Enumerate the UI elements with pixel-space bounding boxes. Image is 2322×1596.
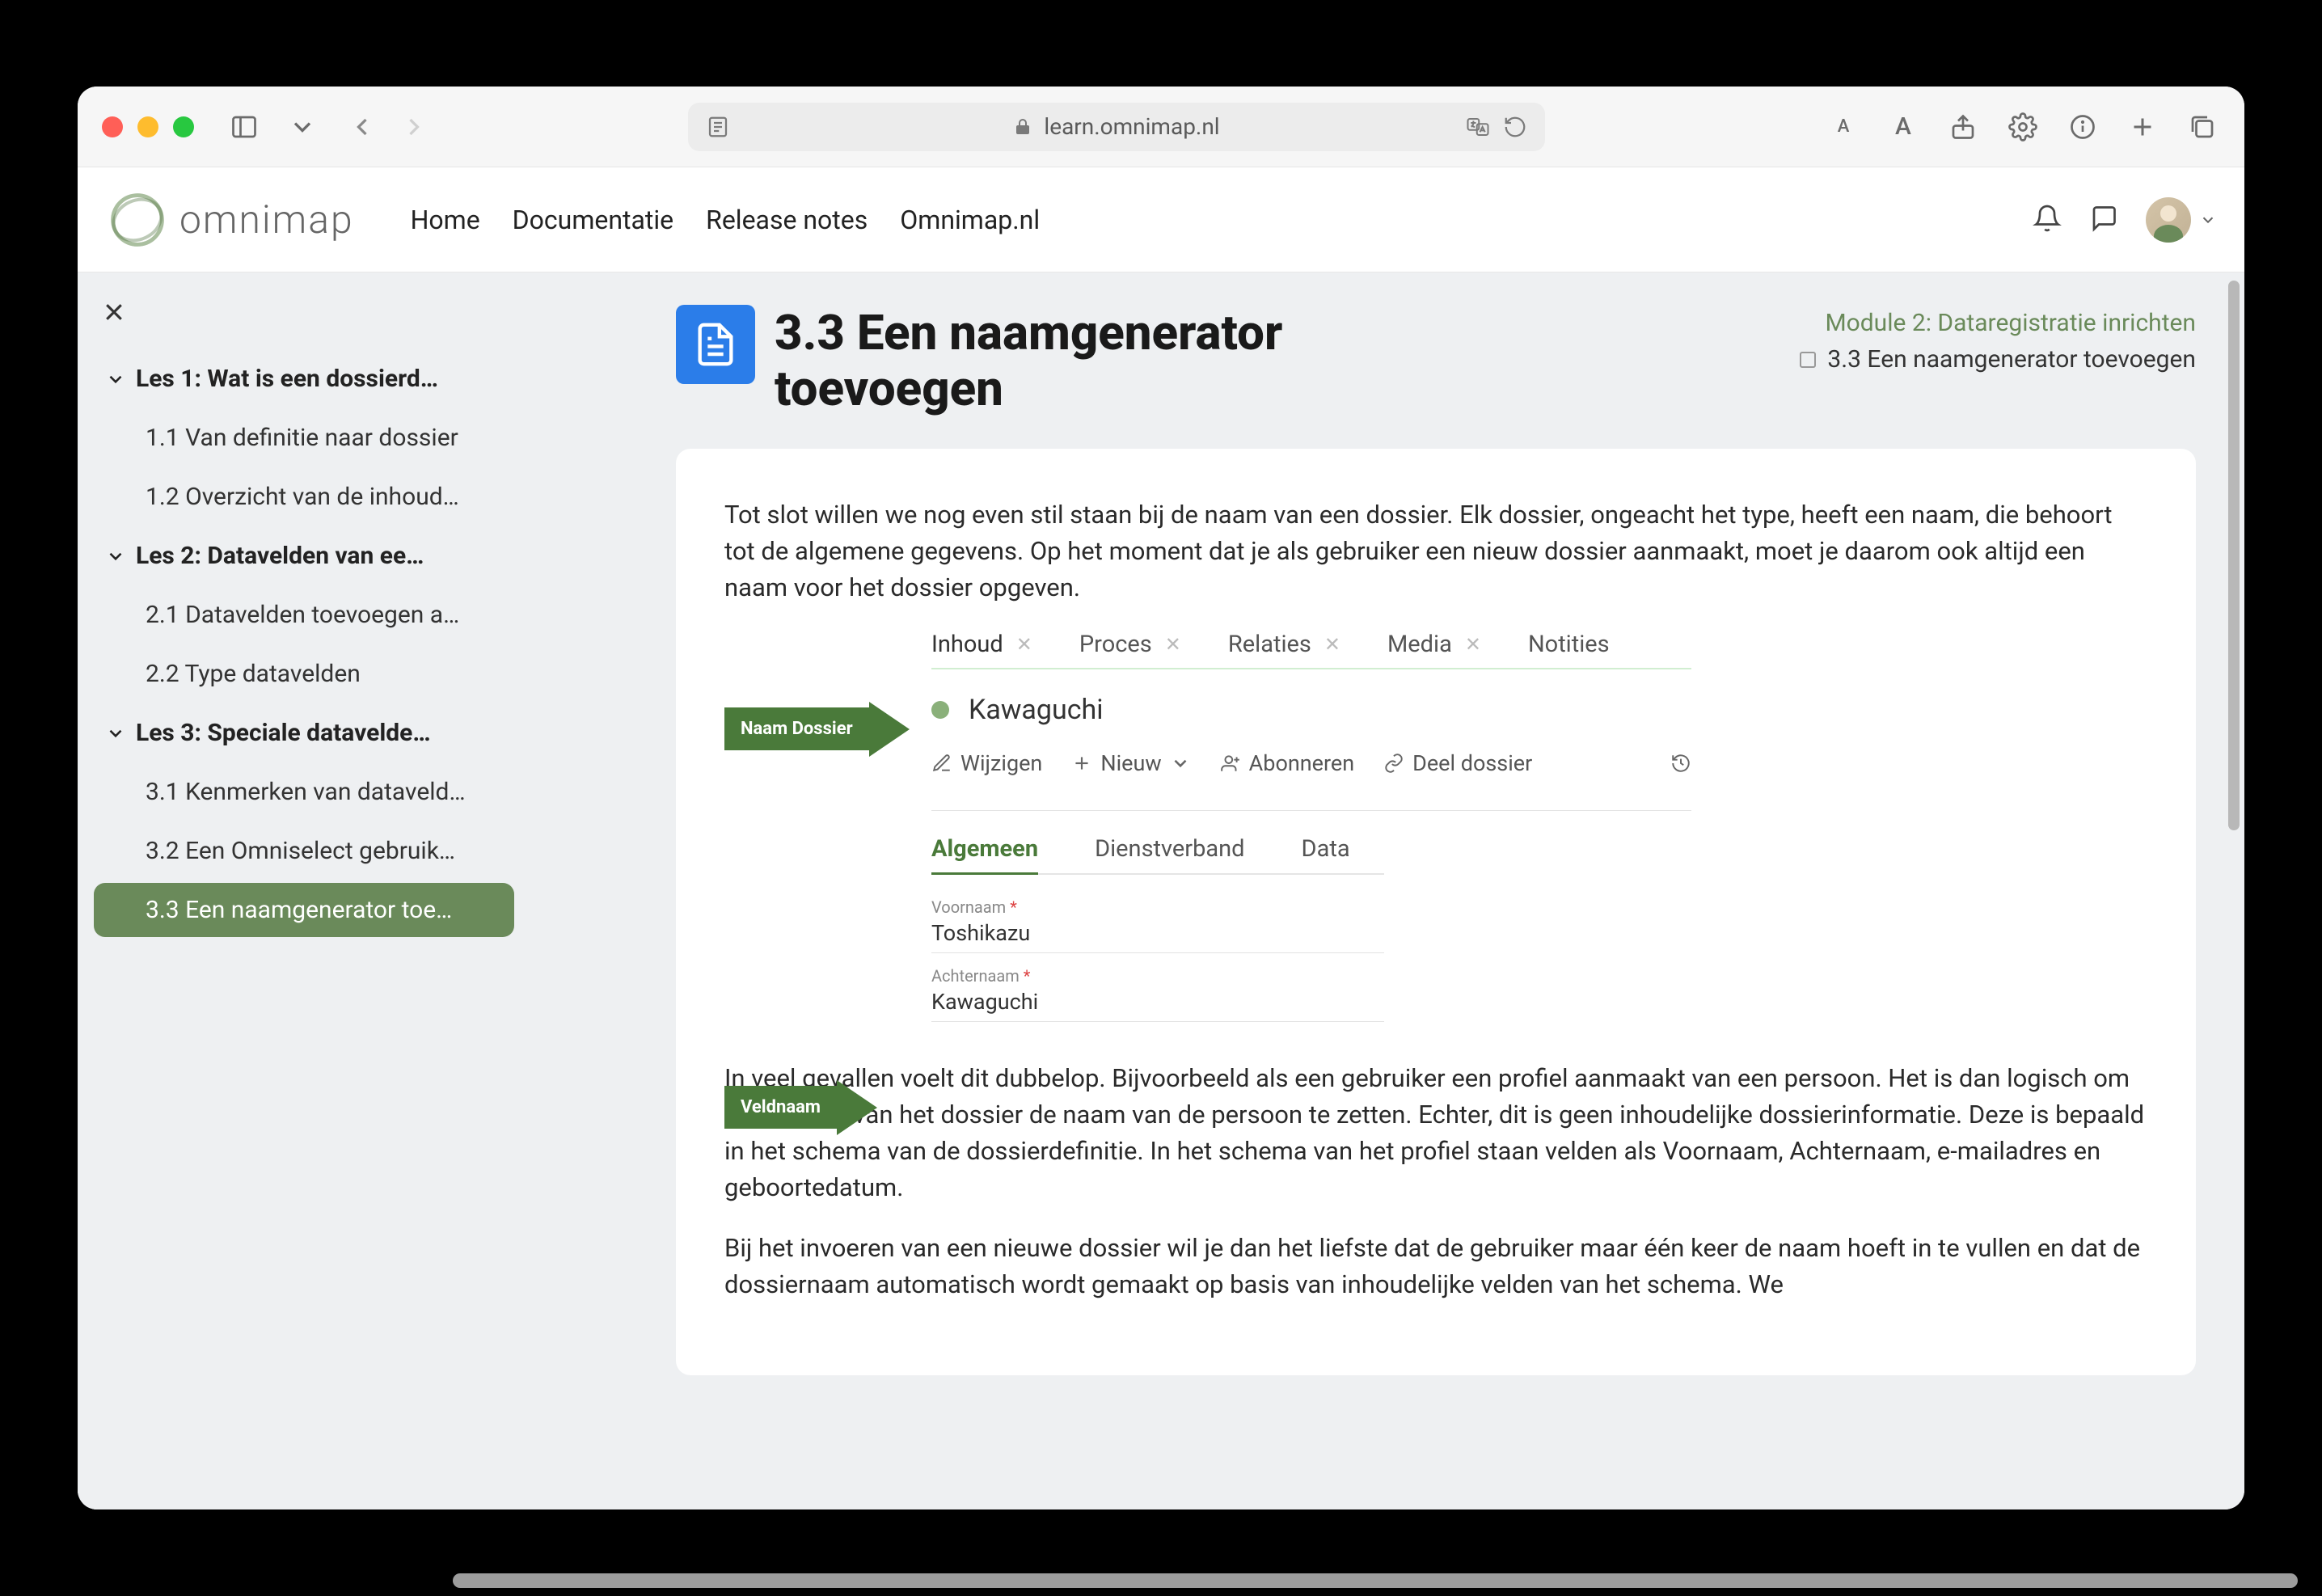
tabs-overview-icon[interactable] xyxy=(2185,109,2220,145)
arrow-veldnaam: Veldnaam xyxy=(724,1080,877,1135)
action-wijzigen: Wijzigen xyxy=(931,750,1042,776)
paragraph: Tot slot willen we nog even stil staan b… xyxy=(724,497,2147,606)
action-deel: Deel dossier xyxy=(1383,750,1532,776)
sidebar: Les 1: Wat is een dossierd… 1.1 Van defi… xyxy=(78,272,530,1509)
new-tab-icon[interactable] xyxy=(2125,109,2160,145)
arrow-naam-dossier: Naam Dossier xyxy=(724,702,910,757)
reload-icon[interactable] xyxy=(1503,115,1527,139)
sidebar-item-1-1[interactable]: 1.1 Van definitie naar dossier xyxy=(94,411,514,465)
diag-tab-inhoud: Inhoud xyxy=(931,631,1003,658)
field-achternaam: Achternaam * Kawaguchi xyxy=(931,960,1384,1028)
logo-mark-icon xyxy=(105,188,170,252)
sidebar-item-3-1[interactable]: 3.1 Kenmerken van dataveld… xyxy=(94,765,514,819)
text-size-small-button[interactable]: A xyxy=(1826,109,1861,145)
chevron-down-icon xyxy=(105,723,126,744)
lesson-2-header[interactable]: Les 2: Datavelden van ee… xyxy=(94,529,514,583)
diagram-dossier-name: Kawaguchi xyxy=(969,694,1104,726)
lock-icon xyxy=(1013,117,1032,137)
sidebar-toggle-icon[interactable] xyxy=(226,109,262,145)
lesson-3-header[interactable]: Les 3: Speciale datavelde… xyxy=(94,706,514,760)
breadcrumb: Module 2: Dataregistratie inrichten 3.3 … xyxy=(1800,305,2196,378)
breadcrumb-module[interactable]: Module 2: Dataregistratie inrichten xyxy=(1800,305,2196,341)
pencil-icon xyxy=(931,753,952,774)
logo-text: omnimap xyxy=(179,196,354,243)
sidebar-item-3-3[interactable]: 3.3 Een naamgenerator toe… xyxy=(94,883,514,937)
diag-tab-media: Media xyxy=(1387,631,1452,658)
breadcrumb-page: 3.3 Een naamgenerator toevoegen xyxy=(1827,341,2196,378)
status-dot-icon xyxy=(931,701,949,719)
url-text: learn.omnimap.nl xyxy=(1044,113,1219,140)
nav-home[interactable]: Home xyxy=(411,205,480,235)
minimize-window-button[interactable] xyxy=(137,116,158,137)
checkbox-icon[interactable] xyxy=(1800,352,1816,368)
text-size-large-button[interactable]: A xyxy=(1885,109,1921,145)
sidebar-item-2-2[interactable]: 2.2 Type datavelden xyxy=(94,647,514,701)
app-header: omnimap Home Documentatie Release notes … xyxy=(78,167,2244,272)
close-icon: ✕ xyxy=(1324,633,1340,656)
sidebar-item-2-1[interactable]: 2.1 Datavelden toevoegen a… xyxy=(94,588,514,642)
diagram-actions: Wijzigen Nieuw Abonneren xyxy=(931,750,1691,811)
sidebar-item-3-2[interactable]: 3.2 Een Omniselect gebruik… xyxy=(94,824,514,878)
sidebar-item-1-2[interactable]: 1.2 Overzicht van de inhoud… xyxy=(94,470,514,524)
close-icon: ✕ xyxy=(1165,633,1181,656)
translate-icon[interactable] xyxy=(1466,115,1490,139)
diag-tab-notities: Notities xyxy=(1528,631,1610,658)
user-plus-icon xyxy=(1220,753,1241,774)
subtab-data: Data xyxy=(1302,835,1350,873)
user-menu[interactable] xyxy=(2146,197,2217,243)
chevron-down-icon xyxy=(2199,211,2217,229)
share-icon[interactable] xyxy=(1945,109,1981,145)
diagram: Naam Dossier Veldnaam Inhoud✕ Proces✕ Re… xyxy=(724,631,2147,1028)
plus-icon xyxy=(1071,753,1092,774)
chevron-down-icon xyxy=(105,369,126,390)
action-abonneren: Abonneren xyxy=(1220,750,1354,776)
subtab-dienstverband: Dienstverband xyxy=(1095,835,1244,873)
chevron-down-icon[interactable] xyxy=(285,109,320,145)
main-content: 3.3 Een naamgenerator toevoegen Module 2… xyxy=(530,272,2244,1509)
close-icon: ✕ xyxy=(1016,633,1032,656)
diagram-dossier-name-row: Kawaguchi xyxy=(931,694,2147,726)
page-type-icon xyxy=(676,305,755,384)
lesson-1-header[interactable]: Les 1: Wat is een dossierd… xyxy=(94,352,514,406)
content-card: Tot slot willen we nog even stil staan b… xyxy=(676,449,2196,1375)
window-controls xyxy=(102,116,194,137)
avatar xyxy=(2146,197,2191,243)
settings-gear-icon[interactable] xyxy=(2005,109,2041,145)
info-icon[interactable] xyxy=(2065,109,2100,145)
close-window-button[interactable] xyxy=(102,116,123,137)
site-settings-icon[interactable] xyxy=(706,115,730,139)
action-nieuw: Nieuw xyxy=(1071,750,1190,776)
sidebar-close-button[interactable] xyxy=(94,289,514,352)
chevron-down-icon xyxy=(105,546,126,567)
page-title: 3.3 Een naamgenerator toevoegen xyxy=(775,305,1357,416)
logo[interactable]: omnimap xyxy=(105,188,354,252)
subtab-algemeen: Algemeen xyxy=(931,835,1038,875)
diag-tab-relaties: Relaties xyxy=(1228,631,1311,658)
paragraph: In veel gevallen voelt dit dubbelop. Bij… xyxy=(724,1061,2147,1206)
diagram-subtabs: Algemeen Dienstverband Data xyxy=(931,835,1384,875)
nav-documentatie[interactable]: Documentatie xyxy=(513,205,673,235)
nav-release-notes[interactable]: Release notes xyxy=(706,205,868,235)
vertical-scrollbar[interactable] xyxy=(2228,281,2240,830)
back-button[interactable] xyxy=(344,109,380,145)
notifications-icon[interactable] xyxy=(2033,204,2062,236)
field-voornaam: Voornaam * Toshikazu xyxy=(931,891,1384,960)
titlebar: learn.omnimap.nl A A xyxy=(78,87,2244,167)
diag-tab-proces: Proces xyxy=(1079,631,1152,658)
address-bar[interactable]: learn.omnimap.nl xyxy=(688,103,1545,151)
paragraph: Bij het invoeren van een nieuwe dossier … xyxy=(724,1231,2147,1303)
maximize-window-button[interactable] xyxy=(173,116,194,137)
close-icon: ✕ xyxy=(1465,633,1481,656)
chevron-down-icon xyxy=(1170,753,1191,774)
diagram-top-tabs: Inhoud ✕ Proces ✕ Relaties ✕ Media ✕ Notitie… xyxy=(931,631,1691,669)
history-icon xyxy=(1670,753,1691,774)
forward-button[interactable] xyxy=(396,109,432,145)
link-icon xyxy=(1383,753,1404,774)
chat-icon[interactable] xyxy=(2089,204,2118,236)
main-nav: Home Documentatie Release notes Omnimap.… xyxy=(411,205,1041,235)
nav-omnimap-nl[interactable]: Omnimap.nl xyxy=(900,205,1040,235)
